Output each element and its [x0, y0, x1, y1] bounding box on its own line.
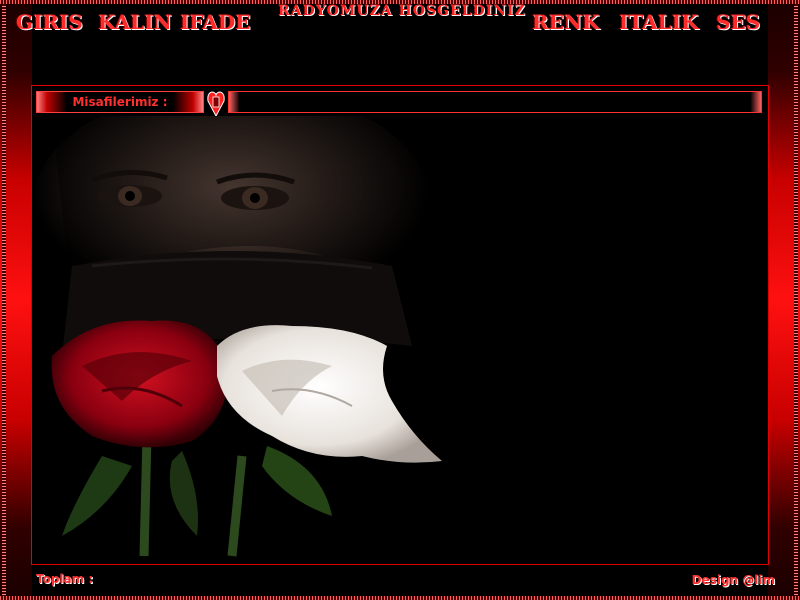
total-label: Toplam :: [36, 572, 94, 586]
menu-giris-button[interactable]: GIRIS: [16, 10, 83, 34]
left-glow-bar: [0, 0, 32, 600]
right-glow-bar: [768, 0, 800, 600]
message-bar[interactable]: [228, 91, 762, 113]
menu-italik-button[interactable]: ITALIK: [619, 10, 698, 34]
bottom-border-strip: [0, 596, 800, 600]
guests-label: Misafilerimiz :: [36, 91, 204, 113]
menu-ifade-button[interactable]: IFADE: [180, 10, 251, 34]
menu-kalin-button[interactable]: KALIN: [98, 10, 172, 34]
menu-ses-button[interactable]: SES: [716, 10, 760, 34]
design-credit: Design @lim: [691, 573, 775, 587]
page-title: RADYOMUZA HOSGELDINIZ: [278, 3, 526, 19]
heart-icon: [207, 91, 225, 117]
background-artwork: [32, 116, 442, 557]
menu-renk-button[interactable]: RENK: [532, 10, 600, 34]
